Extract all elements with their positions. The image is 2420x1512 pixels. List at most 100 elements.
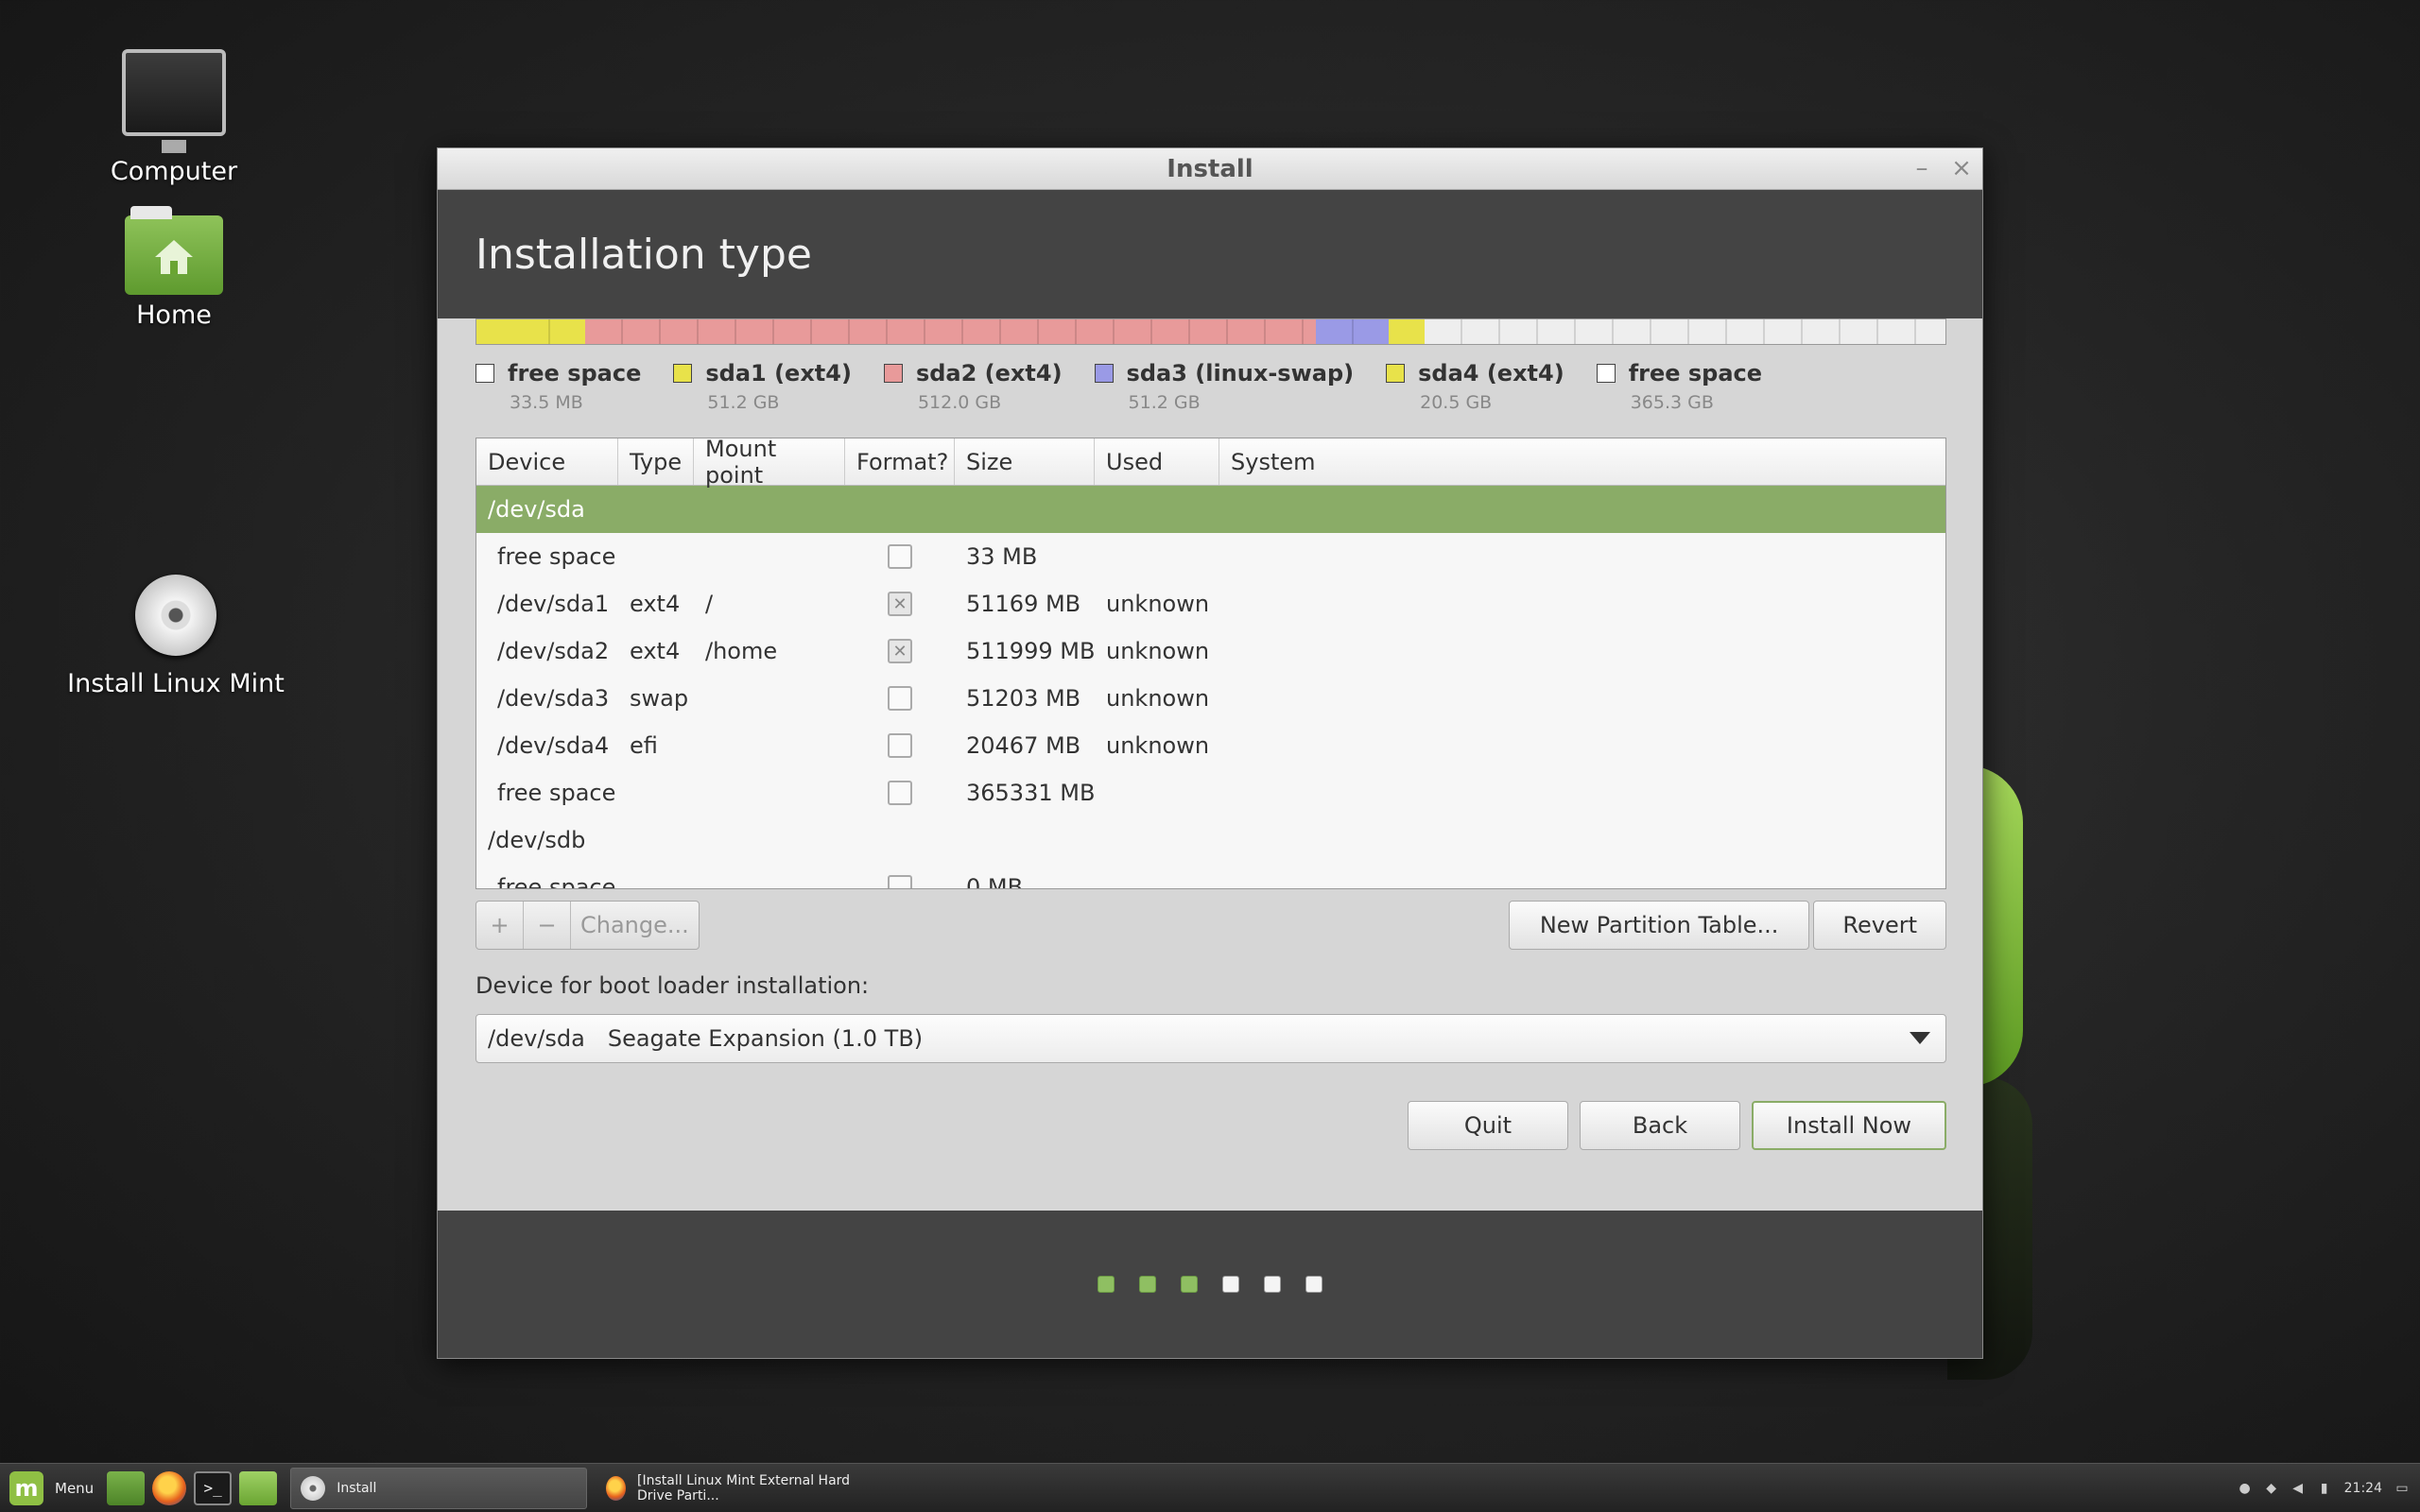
network-icon[interactable]: ◆ (2265, 1482, 2278, 1495)
revert-button[interactable]: Revert (1813, 901, 1946, 950)
legend-size: 365.3 GB (1630, 392, 1714, 413)
volume-icon[interactable]: ◀ (2291, 1482, 2305, 1495)
legend-swatch (1094, 364, 1114, 383)
desktop-icon-home[interactable]: Home (70, 206, 278, 330)
progress-step-dot (1264, 1276, 1281, 1293)
table-row[interactable]: /dev/sda4 efi 20467 MB unknown (476, 722, 1945, 769)
desktop-icon-computer[interactable]: Computer (70, 49, 278, 186)
cell-device: /dev/sda3 (497, 685, 610, 712)
legend-label: free space (508, 360, 642, 387)
format-checkbox[interactable] (888, 733, 912, 758)
legend-size: 512.0 GB (917, 392, 1002, 413)
firefox-icon[interactable] (152, 1470, 187, 1505)
quit-button[interactable]: Quit (1408, 1101, 1568, 1150)
column-header-format[interactable]: Format? (845, 438, 955, 485)
task-install[interactable]: Install (290, 1467, 588, 1509)
cell-used: unknown (1106, 685, 1210, 712)
cell-type: ext4 (630, 638, 681, 664)
disk-label: /dev/sda (488, 496, 585, 523)
user-icon[interactable]: ● (2238, 1482, 2252, 1495)
desktop-icon-install[interactable]: Install Linux Mint (62, 575, 289, 698)
legend-swatch (883, 364, 903, 383)
display-icon[interactable]: ▭ (2395, 1482, 2409, 1495)
legend-item: sda4 (ext4) 20.5 GB (1386, 360, 1564, 426)
chevron-down-icon (1910, 1032, 1930, 1044)
cell-device: /dev/sda1 (497, 591, 610, 617)
table-body: /dev/sda free space 33 MB/dev/sda1 ext4 / ✕ 51… (476, 486, 1945, 888)
minimize-icon[interactable]: – (1907, 154, 1937, 182)
partition-table: Device Type Mount point Format? Size Use… (475, 438, 1946, 889)
task-firefox[interactable]: [Install Linux Mint External Hard Drive … (596, 1468, 886, 1509)
cell-size: 33 MB (966, 543, 1038, 570)
cell-size: 51169 MB (966, 591, 1081, 617)
bootloader-device: /dev/sda (488, 1025, 585, 1052)
menu-button[interactable]: m Menu (0, 1464, 103, 1512)
column-header-system[interactable]: System (1219, 438, 1945, 485)
bootloader-description: Seagate Expansion (1.0 TB) (607, 1025, 924, 1052)
legend-label: sda3 (linux-swap) (1126, 360, 1355, 387)
disk-row[interactable]: /dev/sda (476, 486, 1945, 533)
cell-size: 51203 MB (966, 685, 1081, 712)
progress-footer (438, 1211, 1982, 1358)
format-checkbox[interactable]: ✕ (888, 592, 912, 616)
install-now-button[interactable]: Install Now (1752, 1101, 1946, 1150)
partition-segment (1315, 319, 1389, 344)
table-row[interactable]: /dev/sda1 ext4 / ✕ 51169 MB unknown (476, 580, 1945, 627)
partition-legend: free space 33.5 MB sda1 (ext4) 51.2 GB s… (475, 360, 1946, 426)
table-row[interactable]: free space 33 MB (476, 533, 1945, 580)
main-content: free space 33.5 MB sda1 (ext4) 51.2 GB s… (475, 318, 1946, 1150)
show-desktop-icon[interactable] (107, 1470, 146, 1505)
legend-item: sda1 (ext4) 51.2 GB (673, 360, 852, 426)
cell-format (845, 733, 955, 758)
cell-size: 365331 MB (966, 780, 1095, 806)
progress-step-dot (1139, 1276, 1156, 1293)
column-header-used[interactable]: Used (1095, 438, 1219, 485)
cell-type: efi (630, 732, 658, 759)
task-label: Install (337, 1480, 377, 1496)
add-partition-button[interactable]: + (476, 902, 524, 949)
terminal-icon[interactable]: >_ (194, 1470, 233, 1505)
format-checkbox[interactable] (888, 875, 912, 888)
cell-format (845, 875, 955, 888)
format-checkbox[interactable]: ✕ (888, 639, 912, 663)
legend-size: 33.5 MB (510, 392, 583, 413)
partition-segment (476, 319, 512, 344)
cell-format: ✕ (845, 592, 955, 616)
desktop-icon-label: Home (136, 301, 212, 330)
new-partition-table-button[interactable]: New Partition Table... (1508, 901, 1810, 950)
window-titlebar[interactable]: Install – × (438, 148, 1982, 190)
column-header-type[interactable]: Type (618, 438, 694, 485)
legend-item: free space 33.5 MB (475, 360, 641, 426)
change-partition-button[interactable]: Change... (571, 902, 699, 949)
column-header-device[interactable]: Device (476, 438, 618, 485)
clock[interactable]: 21:24 (2344, 1481, 2382, 1496)
remove-partition-button[interactable]: − (524, 902, 571, 949)
legend-label: sda2 (ext4) (915, 360, 1063, 387)
files-icon[interactable] (239, 1470, 278, 1505)
cell-mount: /home (705, 638, 778, 664)
table-row[interactable]: /dev/sda3 swap 51203 MB unknown (476, 675, 1945, 722)
close-icon[interactable]: × (1946, 154, 1977, 182)
back-button[interactable]: Back (1580, 1101, 1740, 1150)
format-checkbox[interactable] (888, 544, 912, 569)
cell-used: unknown (1106, 591, 1210, 617)
column-header-mount[interactable]: Mount point (694, 438, 845, 489)
table-row[interactable]: free space 0 MB (476, 864, 1945, 888)
battery-icon[interactable]: ▮ (2318, 1482, 2331, 1495)
table-row[interactable]: free space 365331 MB (476, 769, 1945, 816)
computer-icon (122, 49, 226, 153)
format-checkbox[interactable] (888, 781, 912, 805)
partition-segment (1388, 319, 1425, 344)
cell-format: ✕ (845, 639, 955, 663)
table-row[interactable]: /dev/sda2 ext4/home ✕ 511999 MB unknown (476, 627, 1945, 675)
partition-edit-group: + − Change... (475, 901, 700, 950)
wizard-actions: Quit Back Install Now (475, 1101, 1946, 1150)
cell-format (845, 686, 955, 711)
cell-type: swap (630, 685, 689, 712)
disk-row[interactable]: /dev/sdb (476, 816, 1945, 864)
bootloader-select[interactable]: /dev/sda Seagate Expansion (1.0 TB) (475, 1014, 1946, 1063)
format-checkbox[interactable] (888, 686, 912, 711)
cell-device: free space (497, 543, 616, 570)
legend-swatch (1596, 364, 1616, 383)
column-header-size[interactable]: Size (955, 438, 1095, 485)
